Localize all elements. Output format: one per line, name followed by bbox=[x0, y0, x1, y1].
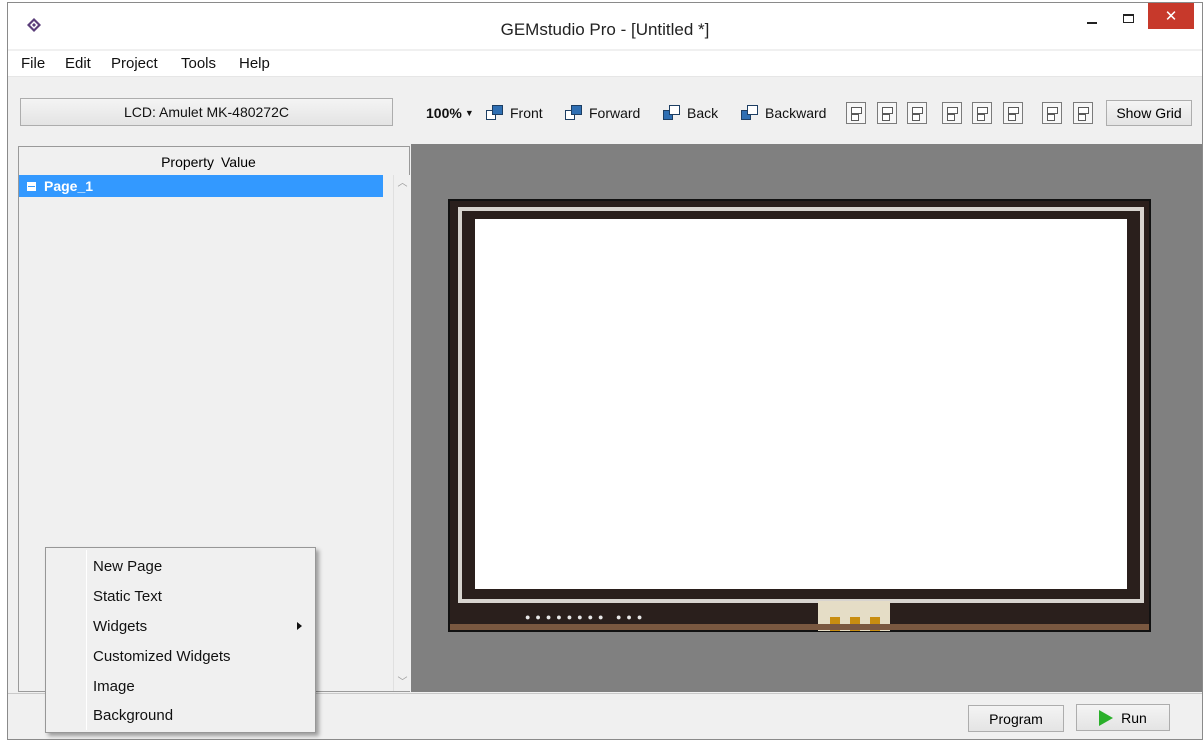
context-background[interactable]: Background bbox=[93, 703, 308, 727]
play-icon bbox=[1099, 709, 1114, 726]
minimize-button[interactable] bbox=[1074, 3, 1110, 33]
send-backward-button[interactable]: Backward bbox=[741, 102, 826, 124]
design-canvas[interactable]: ●●●●●●●● ●●● bbox=[411, 144, 1202, 692]
bring-front-button[interactable]: Front bbox=[486, 102, 543, 124]
context-image-label: Image bbox=[93, 677, 135, 695]
tree-item-page[interactable]: Page_1 bbox=[19, 175, 383, 197]
value-column-header: Value bbox=[221, 154, 256, 170]
menu-file[interactable]: File bbox=[21, 55, 45, 72]
align-bottom-icon[interactable] bbox=[1003, 102, 1023, 124]
context-static-text-label: Static Text bbox=[93, 587, 162, 605]
context-widgets[interactable]: Widgets bbox=[93, 614, 308, 638]
lcd-display-image: ●●●●●●●● ●●● bbox=[448, 199, 1151, 632]
distribute-vertical-icon[interactable] bbox=[1073, 102, 1093, 124]
send-backward-label: Backward bbox=[765, 105, 827, 121]
maximize-button[interactable] bbox=[1110, 3, 1146, 33]
show-grid-button[interactable]: Show Grid bbox=[1106, 100, 1192, 126]
program-button[interactable]: Program bbox=[968, 705, 1064, 732]
align-middle-icon[interactable] bbox=[972, 102, 992, 124]
chevron-down-icon: ▼ bbox=[464, 108, 474, 118]
run-label: Run bbox=[1121, 709, 1147, 726]
bring-forward-button[interactable]: Forward bbox=[565, 102, 640, 124]
bring-forward-label: Forward bbox=[589, 105, 641, 121]
context-new-page[interactable]: New Page bbox=[93, 554, 308, 578]
send-backward-icon bbox=[741, 105, 759, 121]
minimize-icon bbox=[1087, 22, 1097, 24]
lcd-contact-dots: ●●●●●●●● ●●● bbox=[525, 612, 648, 622]
lcd-screen[interactable] bbox=[475, 219, 1127, 589]
context-background-label: Background bbox=[93, 706, 174, 724]
align-top-icon[interactable] bbox=[942, 102, 962, 124]
menu-help[interactable]: Help bbox=[239, 55, 270, 72]
lcd-select-button[interactable]: LCD: Amulet MK-480272C bbox=[20, 98, 393, 126]
title-bar: GEMstudio Pro - [Untitled *] ✕ bbox=[8, 3, 1202, 49]
menu-project[interactable]: Project bbox=[111, 55, 158, 72]
send-back-label: Back bbox=[687, 105, 719, 121]
menu-tools[interactable]: Tools bbox=[181, 55, 216, 72]
context-menu-gutter bbox=[86, 550, 87, 730]
context-customized-widgets-label: Customized Widgets bbox=[93, 647, 231, 665]
align-left-icon[interactable] bbox=[846, 102, 866, 124]
align-center-icon[interactable] bbox=[877, 102, 897, 124]
send-back-icon bbox=[663, 105, 681, 121]
context-image[interactable]: Image bbox=[93, 674, 308, 698]
menu-edit[interactable]: Edit bbox=[65, 55, 91, 72]
context-customized-widgets[interactable]: Customized Widgets bbox=[93, 644, 308, 668]
distribute-horizontal-icon[interactable] bbox=[1042, 102, 1062, 124]
tree-item-label: Page_1 bbox=[44, 178, 94, 194]
maximize-icon bbox=[1122, 13, 1134, 23]
vertical-scrollbar[interactable]: ︿ ﹀ bbox=[393, 175, 410, 691]
window-title: GEMstudio Pro - [Untitled *] bbox=[500, 20, 710, 39]
submenu-arrow-icon bbox=[297, 622, 302, 630]
menu-bar: File Edit Project Tools Help bbox=[8, 51, 1202, 77]
send-back-button[interactable]: Back bbox=[663, 102, 718, 124]
scroll-down-icon[interactable]: ﹀ bbox=[394, 674, 411, 691]
align-right-icon[interactable] bbox=[907, 102, 927, 124]
property-column-header: Property bbox=[161, 154, 214, 170]
property-header: Property Value bbox=[19, 147, 389, 175]
bring-front-icon bbox=[486, 105, 504, 121]
context-menu: New Page Static Text Widgets Customized … bbox=[45, 547, 316, 733]
zoom-value: 100% bbox=[426, 105, 462, 121]
close-icon: ✕ bbox=[1164, 8, 1178, 25]
run-button[interactable]: Run bbox=[1076, 704, 1170, 731]
lcd-bottom-edge bbox=[450, 624, 1149, 630]
bring-forward-icon bbox=[565, 105, 583, 121]
scroll-up-icon[interactable]: ︿ bbox=[394, 175, 411, 192]
collapse-icon[interactable] bbox=[27, 181, 36, 191]
close-button[interactable]: ✕ bbox=[1148, 3, 1194, 29]
context-static-text[interactable]: Static Text bbox=[93, 584, 308, 608]
context-widgets-label: Widgets bbox=[93, 617, 148, 635]
zoom-dropdown[interactable]: 100% ▼ bbox=[426, 102, 474, 124]
bring-front-label: Front bbox=[510, 105, 543, 121]
context-new-page-label: New Page bbox=[93, 557, 163, 575]
